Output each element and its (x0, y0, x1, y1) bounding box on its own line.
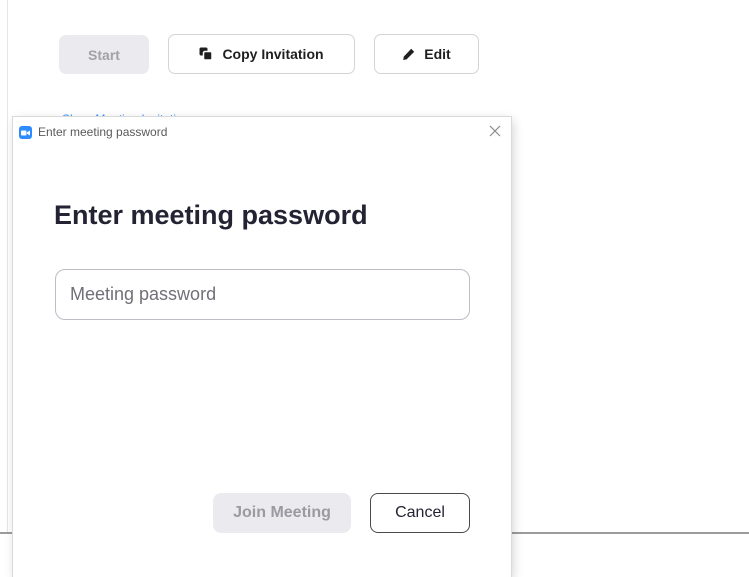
dialog-titlebar: Enter meeting password (13, 117, 511, 147)
window-left-border (7, 0, 8, 569)
zoom-camera-icon (19, 126, 32, 139)
dialog-window-title: Enter meeting password (38, 125, 168, 139)
copy-icon (199, 47, 214, 61)
pencil-icon (402, 48, 415, 61)
copy-invitation-label: Copy Invitation (222, 46, 324, 62)
password-dialog: Enter meeting password Enter meeting pas… (13, 117, 511, 577)
edit-button[interactable]: Edit (374, 34, 479, 74)
close-icon[interactable] (487, 123, 503, 139)
edit-label: Edit (424, 46, 451, 62)
start-button[interactable]: Start (59, 35, 149, 74)
password-input[interactable] (55, 269, 470, 320)
join-meeting-button[interactable]: Join Meeting (213, 493, 351, 533)
copy-invitation-button[interactable]: Copy Invitation (168, 34, 355, 74)
cancel-button[interactable]: Cancel (370, 493, 470, 533)
dialog-heading: Enter meeting password (54, 200, 368, 230)
